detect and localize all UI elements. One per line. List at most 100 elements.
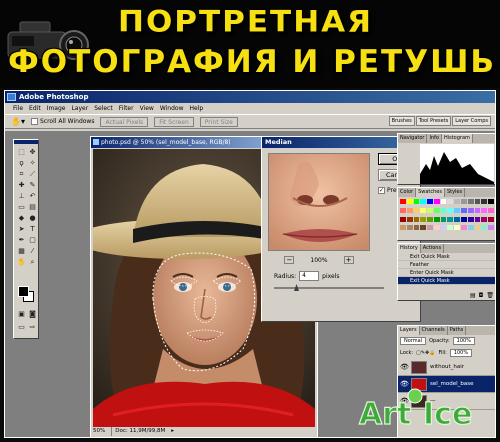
history-brush-tool-icon[interactable]: ↶ — [28, 192, 37, 201]
eraser-tool-icon[interactable]: ▭ — [17, 203, 26, 212]
scroll-all-windows-option[interactable]: Scroll All Windows — [30, 118, 94, 125]
layer-row[interactable]: 👁 without_hair — [398, 359, 495, 376]
magic-wand-tool-icon[interactable]: ✧ — [28, 159, 37, 168]
marquee-tool-icon[interactable]: ⬚ — [17, 148, 26, 157]
app-title-bar: Adobe Photoshop — [5, 91, 495, 103]
eye-icon[interactable]: 👁 — [400, 363, 409, 371]
palette-well: Brushes Tool Presets Layer Comps — [388, 116, 491, 126]
zoom-tool-icon[interactable]: ⌕ — [28, 258, 37, 267]
opacity-input[interactable]: 100% — [452, 337, 475, 345]
document-status-bar: 50% Doc: 11,9M/99,8M ▸ — [93, 427, 315, 436]
crop-tool-icon[interactable]: ⌗ — [17, 170, 26, 179]
radius-input[interactable]: 4 — [299, 271, 320, 281]
trash-icon[interactable]: 🗑 — [486, 292, 494, 299]
tab-color[interactable]: Color — [398, 188, 417, 197]
pen-tool-icon[interactable]: ✒ — [17, 236, 26, 245]
dodge-tool-icon[interactable]: ● — [28, 214, 37, 223]
svg-text:Art: Art — [359, 397, 411, 432]
menu-select[interactable]: Select — [94, 103, 113, 114]
slice-tool-icon[interactable]: ⟋ — [28, 170, 37, 179]
menu-filter[interactable]: Filter — [119, 103, 134, 114]
shape-tool-icon[interactable]: ▢ — [28, 236, 37, 245]
screen-mode-icon[interactable]: ▭ — [17, 323, 26, 332]
menu-window[interactable]: Window — [160, 103, 184, 114]
swatches-panel-tabs: Color Swatches Styles — [398, 188, 495, 197]
menu-layer[interactable]: Layer — [71, 103, 88, 114]
tab-paths[interactable]: Paths — [448, 326, 467, 335]
type-tool-icon[interactable]: T — [28, 225, 37, 234]
path-selection-tool-icon[interactable]: ➤ — [17, 225, 26, 234]
radius-slider-thumb[interactable] — [294, 284, 299, 291]
history-item[interactable]: Feather — [398, 261, 495, 269]
scroll-all-windows-checkbox[interactable] — [30, 118, 38, 125]
preview-checkbox[interactable]: ✓ — [378, 187, 385, 194]
snapshot-icon[interactable]: ◘ — [479, 292, 484, 299]
banner-title-line1: ПОРТРЕТНАЯ — [118, 4, 374, 40]
swatches-grid[interactable] — [400, 199, 494, 233]
gradient-tool-icon[interactable]: ▤ — [28, 203, 37, 212]
lasso-tool-icon[interactable]: ϙ — [17, 159, 26, 168]
menu-view[interactable]: View — [140, 103, 154, 114]
tab-actions[interactable]: Actions — [421, 244, 445, 253]
actual-pixels-button[interactable]: Actual Pixels — [100, 116, 149, 127]
foreground-color-swatch[interactable] — [18, 286, 29, 297]
menu-file[interactable]: File — [13, 103, 23, 114]
tab-channels[interactable]: Channels — [420, 326, 448, 335]
jump-to-imageready-icon[interactable]: ⇨ — [28, 323, 37, 332]
tab-history[interactable]: History — [398, 244, 421, 253]
radius-row: Radius: 4 pixels — [274, 271, 339, 281]
hand-tool-preset-icon[interactable]: ✋▾ — [11, 117, 25, 126]
radius-slider[interactable] — [274, 284, 384, 291]
history-footer: ▤ ◘ 🗑 — [470, 292, 494, 299]
zoom-in-button[interactable]: + — [343, 256, 354, 264]
history-item[interactable]: Enter Quick Mask — [398, 269, 495, 277]
lock-icons[interactable]: ▢✎✥🔒 — [416, 350, 435, 356]
history-panel: History Actions Exit Quick Mask Feather … — [397, 243, 495, 301]
new-document-icon[interactable]: ▤ — [470, 292, 476, 299]
hand-tool-icon[interactable]: ✋ — [17, 258, 26, 267]
radius-unit: pixels — [322, 272, 340, 280]
art-ice-logo: Art Ice — [358, 388, 473, 433]
quick-mask-mode-icon[interactable]: ◙ — [28, 310, 37, 319]
healing-brush-tool-icon[interactable]: ✚ — [17, 181, 26, 190]
palette-tab-tool-presets[interactable]: Tool Presets — [415, 116, 452, 126]
palette-tab-brushes[interactable]: Brushes — [388, 116, 415, 126]
radius-label: Radius: — [274, 272, 297, 280]
svg-text:Ice: Ice — [423, 397, 472, 432]
fill-input[interactable]: 100% — [449, 349, 473, 357]
photoshop-icon — [7, 93, 16, 101]
zoom-out-button[interactable]: − — [284, 256, 295, 264]
tab-styles[interactable]: Styles — [445, 188, 466, 197]
layer-blend-row: Normal Opacity: 100% — [398, 335, 495, 347]
blur-tool-icon[interactable]: ◆ — [17, 214, 26, 223]
status-arrow-icon[interactable]: ▸ — [171, 427, 174, 436]
zoom-readout[interactable]: 50% — [93, 427, 105, 436]
filter-preview[interactable] — [268, 153, 370, 251]
toolbox: ⬚ ✥ ϙ ✧ ⌗ ⟋ ✚ ✎ ⊥ ↶ ▭ ▤ ◆ ● ➤ T ✒ ▢ ▦ ⁄ … — [13, 139, 39, 339]
standard-mode-icon[interactable]: ▣ — [17, 310, 26, 319]
brush-tool-icon[interactable]: ✎ — [28, 181, 37, 190]
history-item[interactable]: Exit Quick Mask — [398, 253, 495, 261]
fit-screen-button[interactable]: Fit Screen — [154, 116, 194, 127]
layer-lock-row: Lock: ▢✎✥🔒 Fill: 100% — [398, 347, 495, 359]
tab-swatches[interactable]: Swatches — [416, 188, 445, 197]
menu-help[interactable]: Help — [190, 103, 204, 114]
print-size-button[interactable]: Print Size — [199, 116, 238, 127]
eyedropper-tool-icon[interactable]: ⁄ — [28, 247, 37, 256]
tab-info[interactable]: Info — [427, 134, 442, 143]
menu-bar: File Edit Image Layer Select Filter View… — [5, 103, 495, 114]
menu-image[interactable]: Image — [47, 103, 66, 114]
history-item-selected[interactable]: Exit Quick Mask — [398, 277, 495, 285]
tab-histogram[interactable]: Histogram — [441, 134, 473, 143]
move-tool-icon[interactable]: ✥ — [28, 148, 37, 157]
clone-stamp-tool-icon[interactable]: ⊥ — [17, 192, 26, 201]
palette-tab-layer-comps[interactable]: Layer Comps — [452, 116, 491, 126]
preview-zoom-level: 100% — [310, 256, 328, 264]
tab-layers[interactable]: Layers — [398, 326, 420, 335]
document-title: photo.psd @ 50% (sel_model_base, RGB/8) — [101, 139, 231, 146]
history-panel-tabs: History Actions — [398, 244, 495, 253]
menu-edit[interactable]: Edit — [29, 103, 41, 114]
tab-navigator[interactable]: Navigator — [398, 134, 428, 143]
notes-tool-icon[interactable]: ▦ — [17, 247, 26, 256]
blend-mode-select[interactable]: Normal — [400, 337, 427, 345]
